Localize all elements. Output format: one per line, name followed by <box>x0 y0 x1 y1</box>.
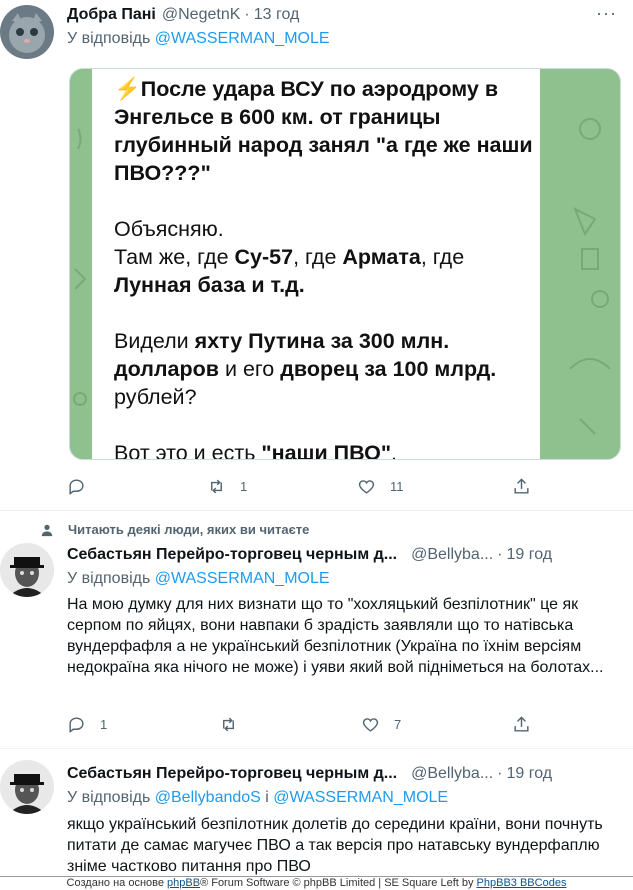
tweet-image[interactable]: ⚡После удара ВСУ по аэродрому в Энгельсе… <box>69 68 621 460</box>
divider <box>0 748 633 749</box>
message-bold: дворец за 100 млрд. <box>280 357 497 381</box>
tweet-3[interactable]: Себастьян Перейро-торговец черным д... @… <box>0 752 633 876</box>
tweet-header: Добра Пані @NegetnK · 13 год <box>67 6 299 24</box>
reply-button[interactable] <box>67 477 207 496</box>
like-button[interactable]: 11 <box>357 477 512 496</box>
separator-dot: · <box>244 6 250 23</box>
reply-to-line: У відповідь @BellybandoS і @WASSERMAN_MO… <box>67 789 448 807</box>
tweet-text: якщо український безпілотник долетів до … <box>67 816 603 875</box>
author-handle[interactable]: @Bellyba... <box>411 765 493 783</box>
message-line: Вот это и есть <box>114 441 262 460</box>
reply-prefix: У відповідь <box>67 570 151 587</box>
message-line: , где <box>420 245 465 269</box>
reply-to-link-1[interactable]: @BellybandoS <box>155 789 261 806</box>
reply-icon <box>69 717 84 734</box>
reply-and: і <box>260 789 274 806</box>
message-bold: "наши ПВО" <box>261 441 392 460</box>
retweet-button[interactable] <box>219 715 361 734</box>
tweet-text: На мою думку для них визнати що то "хохл… <box>67 596 604 676</box>
retweet-icon <box>211 479 222 494</box>
share-button[interactable] <box>512 477 531 496</box>
share-icon <box>514 716 529 732</box>
heart-icon <box>358 480 375 494</box>
like-count: 7 <box>394 717 402 732</box>
author-handle[interactable]: @NegetnK <box>162 6 241 24</box>
avatar[interactable] <box>0 760 54 814</box>
share-button[interactable] <box>512 715 531 734</box>
separator-dot: · <box>497 765 503 782</box>
footer-prefix: Создано на основе <box>66 877 168 889</box>
avatar[interactable] <box>0 5 54 59</box>
share-icon <box>514 478 529 494</box>
reply-to-link[interactable]: @WASSERMAN_MOLE <box>155 30 330 47</box>
like-count: 11 <box>390 479 404 494</box>
retweet-icon <box>223 717 234 732</box>
tweet-2[interactable]: Себастьян Перейро-торговец черным д... @… <box>0 535 633 747</box>
tweet-1[interactable]: Добра Пані @NegetnK · 13 год ··· У відпо… <box>0 0 633 508</box>
avatar[interactable] <box>0 543 54 597</box>
heart-icon <box>362 718 379 732</box>
message-bold: Армата <box>342 245 421 269</box>
reply-prefix: У відповідь <box>67 789 151 806</box>
tweet-header: Себастьян Перейро-торговец черным д... @… <box>67 765 552 783</box>
tweet-header: Себастьян Перейро-торговец черным д... @… <box>67 546 552 564</box>
message-line: , где <box>293 245 343 269</box>
message-line: рублей? <box>114 385 197 409</box>
footer-middle: ® Forum Software © phpBB Limited | SE Sq… <box>200 877 477 889</box>
reply-to-link[interactable]: @WASSERMAN_MOLE <box>155 570 330 587</box>
author-name[interactable]: Добра Пані <box>67 6 156 24</box>
message-bold: Су-57 <box>234 245 294 269</box>
divider <box>0 510 633 511</box>
reply-to-line: У відповідь @WASSERMAN_MOLE <box>67 570 330 588</box>
message-line: и его <box>219 357 281 381</box>
message-text: ⚡После удара ВСУ по аэродрому в Энгельсе… <box>114 75 534 460</box>
reply-count: 1 <box>100 717 108 732</box>
message-line: Видели <box>114 329 195 353</box>
message-paragraph-1: После удара ВСУ по аэродрому в Энгельсе … <box>114 77 533 185</box>
reply-to-line: У відповідь @WASSERMAN_MOLE <box>67 30 330 48</box>
timestamp[interactable]: 13 год <box>254 6 300 24</box>
tweet-actions: 1 7 <box>67 715 547 734</box>
phpbb3-bbcodes-link[interactable]: PhpBB3 BBCodes <box>477 877 567 889</box>
reply-icon <box>69 479 84 496</box>
message-line: . <box>391 441 397 460</box>
author-handle[interactable]: @Bellyba... <box>411 546 493 564</box>
reply-to-link-2[interactable]: @WASSERMAN_MOLE <box>273 789 448 806</box>
message-line: Объясняю. <box>114 217 224 241</box>
lightning-icon: ⚡ <box>114 77 141 101</box>
retweet-button[interactable]: 1 <box>207 477 357 496</box>
reply-prefix: У відповідь <box>67 30 151 47</box>
separator-dot: · <box>497 546 503 563</box>
message-card: ⚡После удара ВСУ по аэродрому в Энгельсе… <box>92 69 540 460</box>
retweet-count: 1 <box>240 479 248 494</box>
reply-button[interactable]: 1 <box>67 715 219 734</box>
message-bold: Лунная база и т.д. <box>114 273 305 297</box>
timestamp[interactable]: 19 год <box>506 765 552 783</box>
like-button[interactable]: 7 <box>361 715 512 734</box>
author-name[interactable]: Себастьян Перейро-торговец черным д... <box>67 765 397 783</box>
phpbb-link[interactable]: phpBB <box>167 877 200 889</box>
timestamp[interactable]: 19 год <box>506 546 552 564</box>
tweet-actions: 1 11 <box>67 477 547 496</box>
author-name[interactable]: Себастьян Перейро-торговец черным д... <box>67 546 397 564</box>
forum-footer: Создано на основе phpBB® Forum Software … <box>0 876 633 890</box>
message-line: Там же, где <box>114 245 235 269</box>
more-options-icon[interactable]: ··· <box>596 3 617 24</box>
